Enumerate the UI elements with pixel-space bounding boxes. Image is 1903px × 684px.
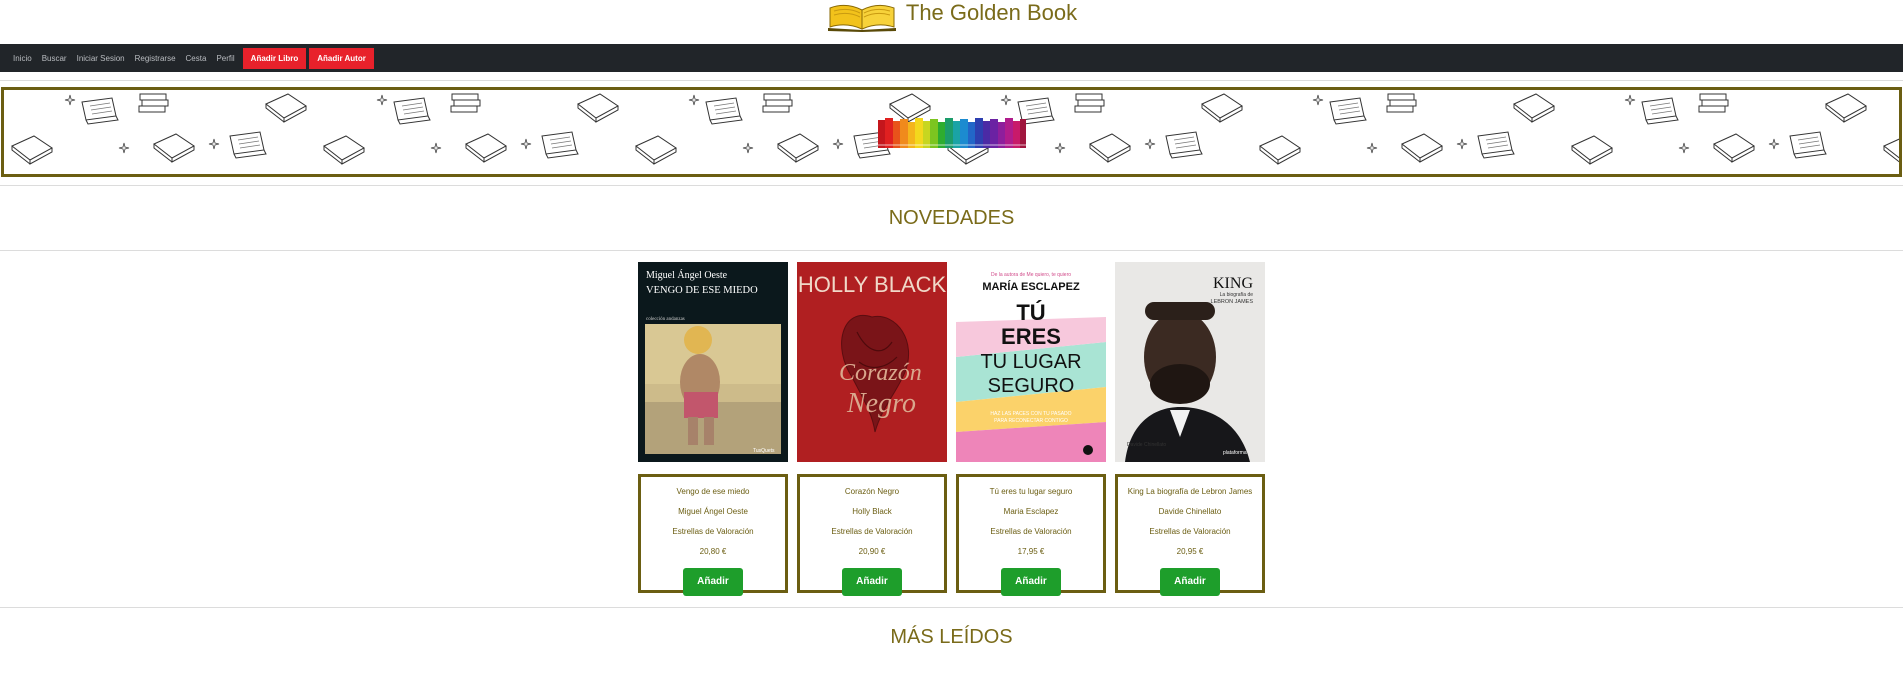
book-author: Miguel Ángel Oeste <box>678 507 748 516</box>
cover-art: Miguel Ángel Oeste VENGO DE ESE MIEDO co… <box>638 262 788 462</box>
cover-publisher: TusQuets <box>753 448 775 454</box>
book-info-box: King La biografía de Lebron James Davide… <box>1115 474 1265 596</box>
book-title[interactable]: Tú eres tu lugar seguro <box>959 482 1103 502</box>
cover-sub-2: LEBRON JAMES <box>1211 299 1254 305</box>
book-grid: Miguel Ángel Oeste VENGO DE ESE MIEDO co… <box>0 262 1903 596</box>
cover-title: VENGO DE ESE MIEDO <box>646 285 758 296</box>
book-title[interactable]: King La biografía de Lebron James <box>1118 482 1262 502</box>
book-title[interactable]: Corazón Negro <box>800 482 944 502</box>
cover-author: HOLLY BLACK <box>798 272 947 297</box>
cover-title-4: SEGURO <box>988 375 1075 397</box>
book-cover[interactable]: KING La biografía de LEBRON JAMES Davide… <box>1115 262 1265 462</box>
rainbow-books-image <box>877 118 1026 148</box>
cover-sub-1: La biografía de <box>1220 292 1254 298</box>
cover-title-2: ERES <box>1001 324 1061 349</box>
cover-subtitle-1: HAZ LAS PACES CON TU PASADO <box>990 411 1071 417</box>
book-rating: Estrellas de Valoración <box>672 527 754 536</box>
book-rating: Estrellas de Valoración <box>831 527 913 536</box>
section-title-mas-leidos: MÁS LEÍDOS <box>890 626 1013 648</box>
book-rating: Estrellas de Valoración <box>990 527 1072 536</box>
book-info-box: Corazón Negro Holly Black Estrellas de V… <box>797 474 947 596</box>
book-card: HOLLY BLACK Corazón Negro Corazón Negro … <box>797 262 947 596</box>
book-rating: Estrellas de Valoración <box>1149 527 1231 536</box>
book-author: Maria Esclapez <box>1003 507 1059 516</box>
book-card: Miguel Ángel Oeste VENGO DE ESE MIEDO co… <box>638 262 788 596</box>
cover-subtitle-2: PARA RECONECTAR CONTIGO <box>994 418 1068 424</box>
nav-link-cesta[interactable]: Cesta <box>181 54 212 63</box>
section-title-novedades: NOVEDADES <box>888 207 1015 229</box>
book-card: De la autora de Me quiero, te quiero MAR… <box>956 262 1106 596</box>
book-card: KING La biografía de LEBRON JAMES Davide… <box>1115 262 1265 596</box>
site-title: The Golden Book <box>905 0 1078 25</box>
book-info-box: Vengo de ese miedo Miguel Ángel Oeste Es… <box>638 474 788 596</box>
book-cover[interactable]: De la autora de Me quiero, te quiero MAR… <box>956 262 1106 462</box>
book-price: 17,95 € <box>1017 547 1045 556</box>
nav-link-iniciar-sesion[interactable]: Iniciar Sesion <box>72 54 130 63</box>
book-info-box: Tú eres tu lugar seguro Maria Esclapez E… <box>956 474 1106 596</box>
add-author-button[interactable]: Añadir Autor <box>309 47 374 69</box>
cover-title: KING <box>1213 275 1253 292</box>
nav-link-perfil[interactable]: Perfil <box>211 54 239 63</box>
cover-script-2: Negro <box>846 388 916 419</box>
add-book-button[interactable]: Añadir Libro <box>242 47 307 69</box>
book-price: 20,90 € <box>858 547 886 556</box>
open-book-icon <box>827 4 896 32</box>
divider <box>0 250 1903 251</box>
book-cover[interactable]: Miguel Ángel Oeste VENGO DE ESE MIEDO co… <box>638 262 788 462</box>
site-header: The Golden Book <box>0 0 1903 44</box>
nav-link-registrarse[interactable]: Registrarse <box>130 54 181 63</box>
book-cover[interactable]: HOLLY BLACK Corazón Negro <box>797 262 947 462</box>
cover-author: MARÍA ESCLAPEZ <box>982 280 1080 293</box>
book-author: Davide Chinellato <box>1158 507 1222 516</box>
hero-banner <box>1 87 1902 177</box>
add-to-cart-button[interactable]: Añadir <box>1001 568 1061 596</box>
cover-author: Davide Chinellato <box>1127 442 1166 448</box>
cover-title-1: TÚ <box>1016 300 1045 325</box>
cover-art: De la autora de Me quiero, te quiero MAR… <box>956 262 1106 462</box>
cover-script-1: Corazón <box>839 360 922 386</box>
add-to-cart-button[interactable]: Añadir <box>1160 568 1220 596</box>
cover-publisher: plataforma <box>1223 450 1247 456</box>
book-price: 20,95 € <box>1176 547 1204 556</box>
book-author: Holly Black <box>852 507 892 516</box>
cover-author: Miguel Ángel Oeste <box>646 269 728 281</box>
cover-top-line: De la autora de Me quiero, te quiero <box>991 272 1071 278</box>
book-title[interactable]: Vengo de ese miedo <box>641 482 785 502</box>
brand[interactable]: The Golden Book <box>826 0 1078 32</box>
cover-collection: colección andanzas <box>646 317 685 322</box>
nav-link-inicio[interactable]: Inicio <box>8 54 37 63</box>
add-to-cart-button[interactable]: Añadir <box>842 568 902 596</box>
main-navbar: Inicio Buscar Iniciar Sesion Registrarse… <box>0 44 1903 72</box>
book-price: 20,80 € <box>699 547 727 556</box>
banner-section <box>0 80 1903 177</box>
nav-link-buscar[interactable]: Buscar <box>37 54 72 63</box>
add-to-cart-button[interactable]: Añadir <box>683 568 743 596</box>
cover-art: HOLLY BLACK Corazón Negro <box>797 262 947 462</box>
cover-title-3: TU LUGAR <box>980 351 1081 373</box>
cover-art: KING La biografía de LEBRON JAMES Davide… <box>1115 262 1265 462</box>
